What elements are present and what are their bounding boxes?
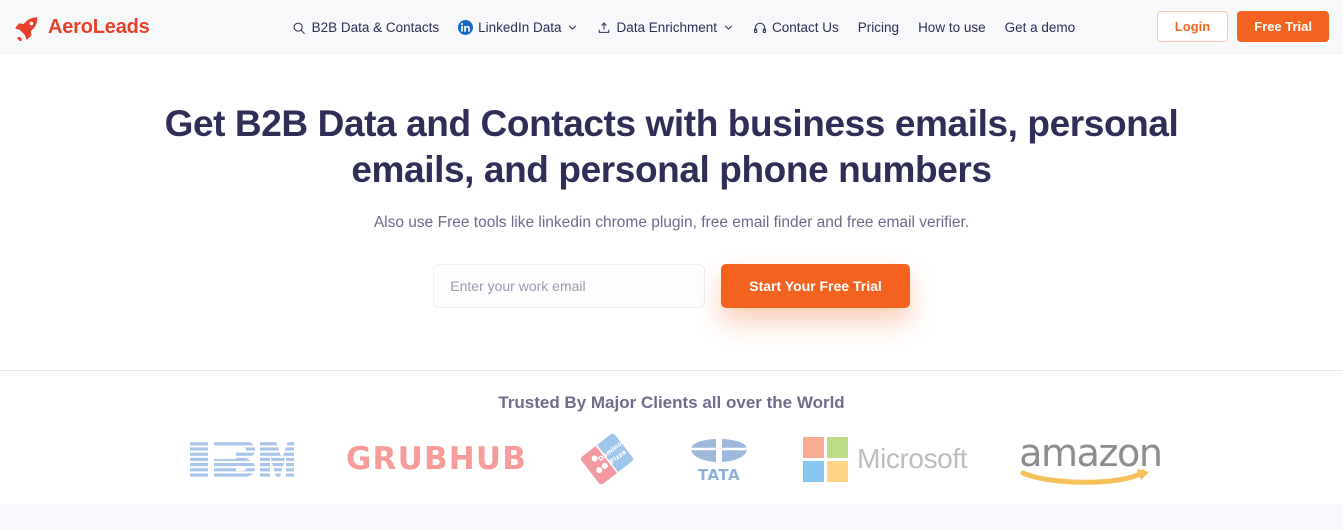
client-logo-row: GRUBHUB Domino's Pizza TATA Microsoft am…: [0, 431, 1343, 487]
microsoft-wordmark: Microsoft: [857, 443, 968, 474]
client-logo-tata: TATA: [687, 431, 751, 487]
grubhub-logo: GRUBHUB: [345, 441, 528, 477]
linkedin-icon: [458, 20, 474, 35]
trusted-title: Trusted By Major Clients all over the Wo…: [498, 393, 845, 412]
nav-label: Pricing: [857, 20, 900, 35]
trusted-clients-section: Trusted By Major Clients all over the Wo…: [0, 371, 1343, 505]
client-logo-ibm: [188, 431, 294, 487]
upload-icon: [596, 20, 611, 35]
microsoft-squares-icon: [803, 436, 849, 482]
ibm-logo: [189, 441, 294, 477]
email-field[interactable]: [433, 263, 706, 308]
microsoft-logo: Microsoft: [803, 436, 968, 482]
nav-item-linkedin-data[interactable]: LinkedIn Data: [458, 20, 577, 35]
headset-icon: [752, 20, 767, 35]
hero-subtitle: Also use Free tools like linkedin chrome…: [373, 213, 970, 231]
dominos-logo: Domino's Pizza: [579, 432, 635, 486]
svg-text:TATA: TATA: [698, 466, 740, 483]
nav-item-data-enrichment[interactable]: Data Enrichment: [596, 20, 733, 35]
brand-name: AeroLeads: [48, 16, 150, 38]
free-trial-button[interactable]: Free Trial: [1237, 11, 1329, 42]
amazon-logo: amazon: [1019, 431, 1163, 485]
amazon-wordmark: amazon: [1019, 431, 1163, 475]
client-logo-microsoft: Microsoft: [803, 431, 968, 487]
nav-item-b2b-data-contacts[interactable]: B2B Data & Contacts: [292, 20, 440, 35]
nav-label: Contact Us: [772, 20, 839, 35]
brand-logo[interactable]: AeroLeads: [14, 15, 150, 41]
nav-label: Data Enrichment: [616, 20, 718, 35]
chevron-down-icon: [725, 25, 733, 30]
hero-section: Get B2B Data and Contacts with business …: [0, 55, 1343, 370]
nav-item-how-to-use[interactable]: How to use: [918, 20, 986, 35]
start-free-trial-button[interactable]: Start Your Free Trial: [721, 263, 910, 308]
main-navigation: B2B Data & Contacts LinkedIn Data Data E…: [292, 20, 1076, 35]
nav-item-get-a-demo[interactable]: Get a demo: [1005, 20, 1076, 35]
login-button[interactable]: Login: [1156, 11, 1229, 42]
signup-form: Start Your Free Trial: [0, 263, 1343, 308]
landing-page: AeroLeads B2B Data & Contacts LinkedIn D…: [0, 0, 1343, 530]
nav-item-pricing[interactable]: Pricing: [858, 20, 899, 35]
page-title: Get B2B Data and Contacts with business …: [164, 103, 1179, 191]
client-logo-grubhub: GRUBHUB: [346, 431, 527, 487]
bottom-section-strip: [0, 504, 1343, 530]
nav-label: How to use: [918, 20, 986, 35]
nav-label: Get a demo: [1004, 20, 1076, 35]
site-header: AeroLeads B2B Data & Contacts LinkedIn D…: [0, 0, 1343, 55]
tata-logo: TATA: [691, 437, 748, 483]
client-logo-dominos: Domino's Pizza: [579, 431, 635, 487]
nav-label: B2B Data & Contacts: [311, 20, 440, 35]
client-logo-amazon: amazon: [1019, 431, 1163, 487]
rocket-icon: [14, 15, 40, 41]
chevron-down-icon: [569, 25, 577, 30]
nav-item-contact-us[interactable]: Contact Us: [752, 20, 839, 35]
nav-label: LinkedIn Data: [478, 20, 562, 35]
header-actions: Login Free Trial: [1156, 11, 1329, 42]
search-icon: [292, 20, 307, 35]
